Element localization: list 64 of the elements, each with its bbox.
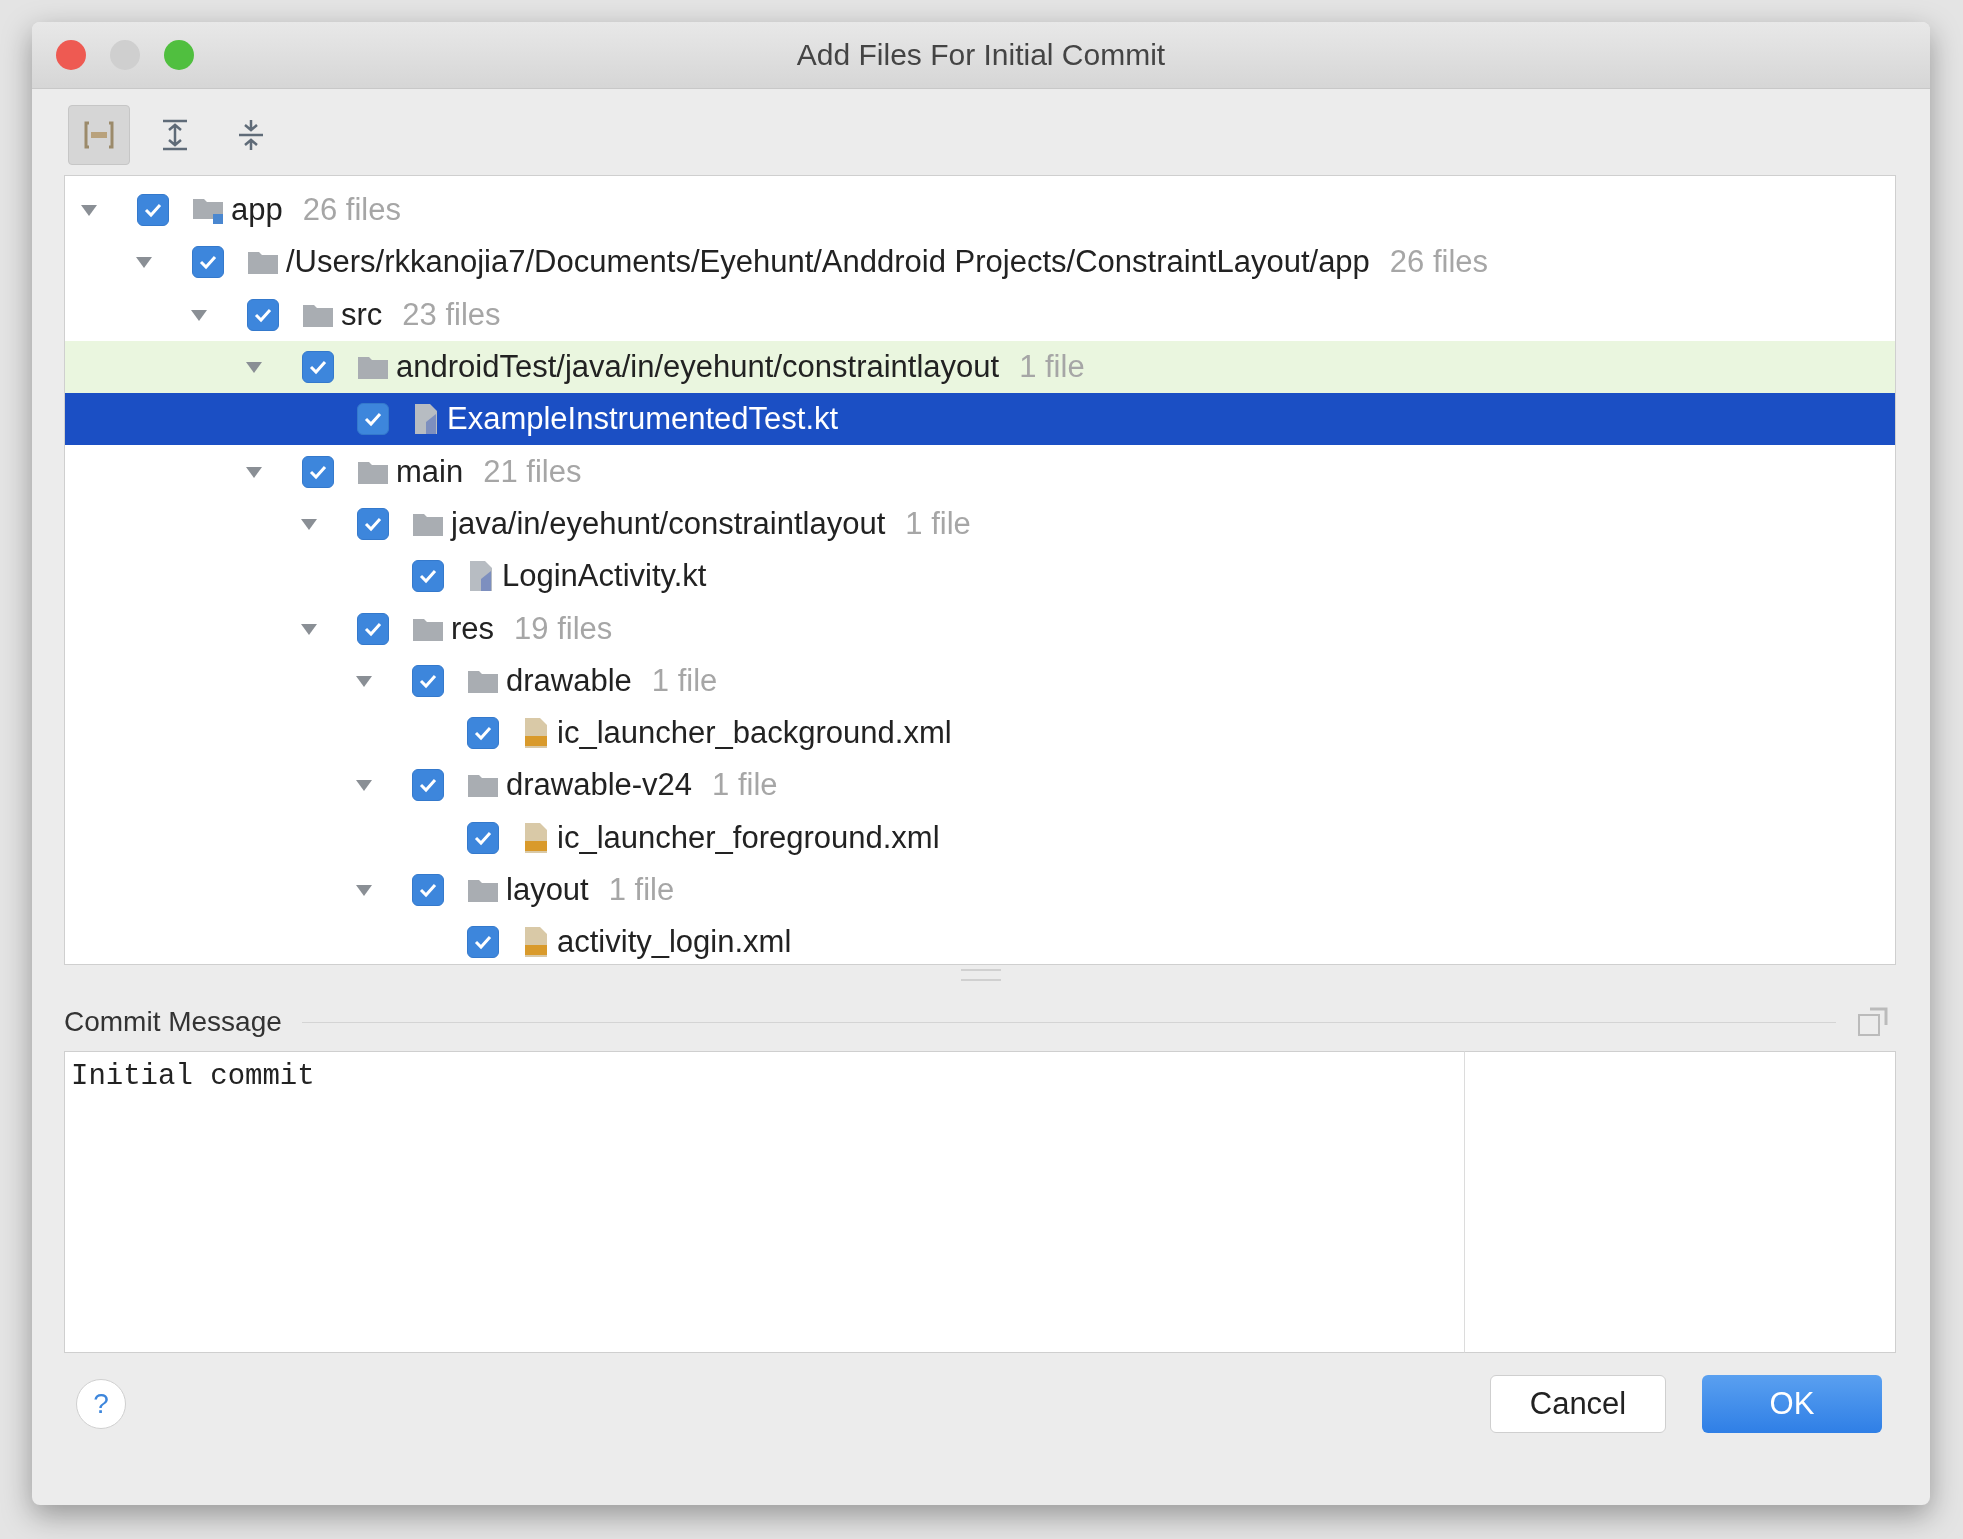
file-name: activity_login.xml bbox=[557, 924, 792, 961]
help-button[interactable]: ? bbox=[76, 1379, 126, 1429]
file-name: /Users/rkkanojia7/Documents/Eyehunt/Anddroid Projects/ConstraintLayout/app bbox=[286, 244, 1370, 281]
checkbox[interactable] bbox=[357, 403, 389, 436]
file-count: 26 files bbox=[1389, 244, 1489, 281]
file-count: 1 file bbox=[608, 872, 675, 908]
tree-row[interactable]: main 21 files bbox=[65, 445, 1895, 498]
checkbox[interactable] bbox=[302, 351, 334, 384]
file-count: 1 file bbox=[1019, 349, 1085, 386]
tree-row[interactable]: androidTest/java/in/eyehunt/constraintlayout 1 file bbox=[65, 340, 1895, 394]
tree-row[interactable]: drawable 1 file bbox=[65, 654, 1895, 707]
file-name: main bbox=[396, 453, 464, 490]
checkbox[interactable] bbox=[467, 717, 499, 750]
checkbox[interactable] bbox=[247, 298, 279, 331]
file-name: layout bbox=[506, 872, 589, 908]
checkbox[interactable] bbox=[467, 821, 499, 854]
checkbox[interactable] bbox=[357, 612, 389, 645]
file-name: androidTest/java/in/eyehunt/constraintlayout bbox=[396, 349, 1000, 386]
tree-row[interactable]: /Users/rkkanojia7/Documents/Eyehunt/Anddroid Projects/ConstraintLayout/app 26 files bbox=[65, 236, 1895, 289]
tree-row[interactable]: java/in/eyehunt/constraintlayout 1 file bbox=[65, 497, 1895, 551]
file-count: 1 file bbox=[712, 767, 778, 804]
file-count: 23 files bbox=[402, 296, 501, 333]
file-count: 1 file bbox=[651, 662, 718, 699]
checkbox[interactable] bbox=[357, 507, 389, 540]
splitter-handle[interactable] bbox=[961, 969, 1001, 981]
file-count: 1 file bbox=[905, 505, 971, 542]
checkbox[interactable] bbox=[302, 455, 334, 488]
file-count: 21 files bbox=[483, 453, 582, 490]
file-name: LoginActivity.kt bbox=[502, 558, 707, 595]
tree-row[interactable]: LoginActivity.kt bbox=[65, 550, 1895, 603]
tree-row[interactable]: activity_login.xml bbox=[65, 916, 1895, 969]
checkbox[interactable] bbox=[137, 194, 169, 227]
tree-row[interactable]: drawable-v24 1 file bbox=[65, 759, 1895, 812]
tree-row[interactable]: ExampleInstrumentedTest.kt bbox=[65, 393, 1895, 446]
tree-row[interactable]: ic_launcher_background.xml bbox=[65, 706, 1895, 760]
tree-row[interactable]: ic_launcher_foreground.xml bbox=[65, 811, 1895, 864]
window-title: Add Files For Initial Commit bbox=[795, 38, 1167, 72]
file-name: res bbox=[451, 610, 495, 647]
file-name: src bbox=[341, 296, 383, 333]
file-name: ic_launcher_foreground.xml bbox=[557, 819, 940, 856]
tree-row[interactable]: layout 1 file bbox=[65, 863, 1895, 917]
checkbox[interactable] bbox=[412, 664, 444, 697]
commit-message-label: Commit Message bbox=[64, 1006, 282, 1038]
file-name: ExampleInstrumentedTest.kt bbox=[447, 401, 839, 438]
checkbox[interactable] bbox=[467, 926, 499, 959]
file-name: drawable bbox=[506, 662, 632, 699]
tree-row[interactable]: res 19 files bbox=[65, 602, 1895, 655]
file-name: java/in/eyehunt/constraintlayout bbox=[451, 505, 886, 542]
checkbox[interactable] bbox=[412, 874, 444, 906]
file-name: drawable-v24 bbox=[506, 767, 693, 804]
tree-row[interactable]: src 23 files bbox=[65, 288, 1895, 341]
checkbox[interactable] bbox=[412, 560, 444, 593]
checkbox[interactable] bbox=[412, 769, 444, 802]
file-name: app bbox=[231, 192, 283, 229]
commit-message-field[interactable]: Initial commit bbox=[64, 1051, 1464, 1353]
close-button[interactable] bbox=[56, 40, 86, 70]
checkbox[interactable] bbox=[192, 246, 224, 279]
group-by-directory-button[interactable] bbox=[68, 105, 130, 165]
tree-row[interactable]: app 26 files bbox=[65, 184, 1895, 237]
expanded-arrow-icon[interactable] bbox=[354, 882, 374, 898]
file-count: 19 files bbox=[514, 610, 613, 647]
file-count: 26 files bbox=[302, 192, 401, 229]
file-name: ic_launcher_background.xml bbox=[557, 715, 952, 752]
cancel-button[interactable]: Cancel bbox=[1490, 1375, 1666, 1433]
